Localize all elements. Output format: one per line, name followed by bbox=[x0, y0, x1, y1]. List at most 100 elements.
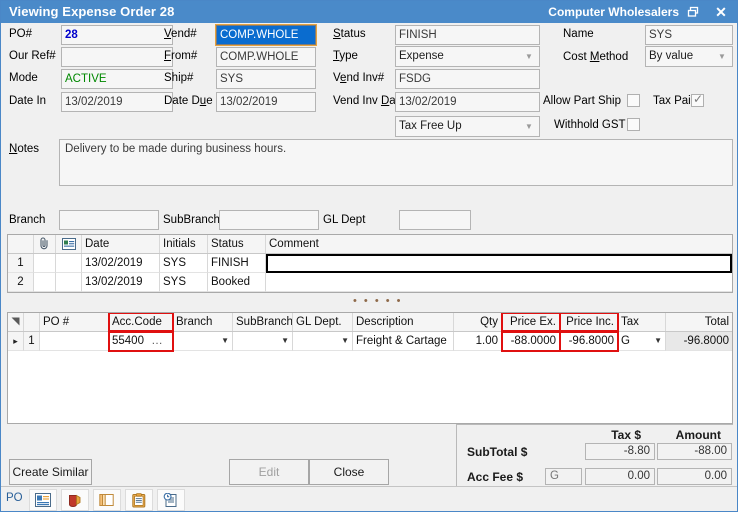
notes-label: Notes bbox=[9, 143, 39, 155]
allow-part-ship-label: Allow Part Ship bbox=[543, 95, 621, 107]
tax-paid-checkbox[interactable] bbox=[691, 94, 704, 107]
from-field[interactable]: COMP.WHOLE bbox=[216, 47, 316, 67]
lines-grid[interactable]: PO # Acc.Code Branch SubBranch GL Dept. … bbox=[7, 312, 733, 424]
row-note-cell[interactable] bbox=[56, 254, 82, 273]
copy-pages-icon[interactable] bbox=[93, 489, 121, 511]
gl-dept-field[interactable] bbox=[399, 210, 471, 230]
notes-textarea[interactable]: Delivery to be made during business hour… bbox=[59, 139, 733, 186]
history-col-date: Date bbox=[82, 235, 160, 253]
chevron-down-icon[interactable]: ▼ bbox=[654, 332, 662, 350]
type-select[interactable]: Expense ▼ bbox=[395, 46, 540, 67]
table-row[interactable]: 2 13/02/2019 SYS Booked bbox=[8, 273, 732, 292]
row-attachment-cell[interactable] bbox=[34, 254, 56, 273]
row-note-cell[interactable] bbox=[56, 273, 82, 292]
clipboard-icon[interactable] bbox=[125, 489, 153, 511]
close-icon[interactable]: ✕ bbox=[707, 1, 735, 23]
subbranch-field[interactable] bbox=[219, 210, 319, 230]
row-comment[interactable] bbox=[266, 273, 732, 292]
row-number: 2 bbox=[8, 273, 34, 292]
date-in-field[interactable]: 13/02/2019 bbox=[61, 92, 173, 112]
row-number: 1 bbox=[8, 254, 34, 273]
row-date[interactable]: 13/02/2019 bbox=[82, 254, 160, 273]
mode-field[interactable]: ACTIVE bbox=[61, 69, 173, 89]
vend-inv-date-field[interactable]: 13/02/2019 bbox=[395, 92, 540, 112]
vend-field[interactable]: COMP.WHOLE bbox=[216, 25, 316, 45]
totals-panel: Tax $ Amount SubTotal $ -8.80 -88.00 Acc… bbox=[456, 424, 733, 488]
lines-col-description: Description bbox=[353, 313, 454, 331]
vend-inv-field[interactable]: FSDG bbox=[395, 69, 540, 89]
history-grid[interactable]: Date Initials Status Comment 1 13/02/201… bbox=[7, 234, 733, 293]
ship-field[interactable]: SYS bbox=[216, 69, 316, 89]
row-po[interactable] bbox=[40, 332, 109, 351]
row-comment[interactable] bbox=[266, 254, 732, 273]
branch-field[interactable] bbox=[59, 210, 159, 230]
row-initials[interactable]: SYS bbox=[160, 254, 208, 273]
row-description[interactable]: Freight & Cartage bbox=[353, 332, 454, 351]
withhold-gst-checkbox[interactable] bbox=[627, 118, 640, 131]
ellipsis-icon[interactable]: … bbox=[151, 335, 163, 347]
tab-po[interactable]: PO bbox=[6, 492, 23, 504]
row-gl-dept[interactable]: ▼ bbox=[293, 332, 353, 351]
status-bar: PO bbox=[1, 486, 737, 511]
date-due-field[interactable]: 13/02/2019 bbox=[216, 92, 316, 112]
withhold-gst-label: Withhold GST bbox=[554, 119, 626, 131]
branch-label: Branch bbox=[9, 214, 45, 226]
lines-col-branch: Branch bbox=[173, 313, 233, 331]
title-bar: Viewing Expense Order 28 Computer Wholes… bbox=[1, 1, 737, 23]
row-status[interactable]: Booked bbox=[208, 273, 266, 292]
lines-col-rownum bbox=[24, 313, 40, 331]
note-icon bbox=[56, 235, 82, 253]
allow-part-ship-checkbox[interactable] bbox=[627, 94, 640, 107]
our-ref-field[interactable] bbox=[61, 47, 173, 67]
company-name: Computer Wholesalers bbox=[548, 5, 679, 19]
tax-total-value: Tax Free Up bbox=[399, 120, 462, 132]
paint-bucket-icon[interactable] bbox=[61, 489, 89, 511]
lines-col-price-inc: Price Inc. bbox=[560, 313, 618, 331]
row-branch[interactable]: ▼ bbox=[173, 332, 233, 351]
row-attachment-cell[interactable] bbox=[34, 273, 56, 292]
table-row[interactable]: ▸ 1 55400 … ▼ ▼ ▼ Fr bbox=[8, 332, 732, 351]
edit-button[interactable]: Edit bbox=[229, 459, 309, 485]
acc-fee-code-field[interactable]: G bbox=[545, 468, 582, 485]
grid-menu-icon[interactable] bbox=[8, 313, 24, 331]
po-field[interactable]: 28 bbox=[61, 25, 173, 45]
document-details-icon[interactable] bbox=[29, 489, 57, 511]
date-in-label: Date In bbox=[9, 95, 46, 107]
tax-total-select[interactable]: Tax Free Up ▼ bbox=[395, 116, 540, 137]
lines-grid-header: PO # Acc.Code Branch SubBranch GL Dept. … bbox=[8, 313, 732, 332]
row-tax-value: G bbox=[621, 335, 630, 347]
status-field[interactable]: FINISH bbox=[395, 25, 540, 45]
chevron-down-icon[interactable]: ▼ bbox=[341, 332, 349, 350]
row-subbranch[interactable]: ▼ bbox=[233, 332, 293, 351]
expense-order-window: Viewing Expense Order 28 Computer Wholes… bbox=[0, 0, 738, 512]
lines-col-tax: Tax bbox=[618, 313, 666, 331]
subbranch-label: SubBranch bbox=[163, 214, 220, 226]
chevron-down-icon[interactable]: ▼ bbox=[221, 332, 229, 350]
row-date[interactable]: 13/02/2019 bbox=[82, 273, 160, 292]
acc-fee-amount-value: 0.00 bbox=[657, 468, 732, 485]
history-grid-header: Date Initials Status Comment bbox=[8, 235, 732, 254]
clipboard-history-icon[interactable] bbox=[157, 489, 185, 511]
row-initials[interactable]: SYS bbox=[160, 273, 208, 292]
lines-col-subbranch: SubBranch bbox=[233, 313, 293, 331]
type-value: Expense bbox=[399, 50, 444, 62]
restore-icon[interactable] bbox=[679, 1, 707, 23]
row-price-inc[interactable]: -96.8000 bbox=[560, 332, 618, 351]
table-row[interactable]: 1 13/02/2019 SYS FINISH bbox=[8, 254, 732, 273]
row-acc-code[interactable]: 55400 … bbox=[109, 332, 173, 351]
row-qty[interactable]: 1.00 bbox=[454, 332, 502, 351]
row-tax[interactable]: G ▼ bbox=[618, 332, 666, 351]
history-grid-body: 1 13/02/2019 SYS FINISH 2 13/02/2019 SYS… bbox=[8, 254, 732, 292]
row-price-ex[interactable]: -88.0000 bbox=[502, 332, 560, 351]
row-status[interactable]: FINISH bbox=[208, 254, 266, 273]
splitter-handle[interactable]: • • • • • bbox=[353, 297, 402, 305]
subtotal-amount-value: -88.00 bbox=[657, 443, 732, 460]
chevron-down-icon[interactable]: ▼ bbox=[281, 332, 289, 350]
cost-method-select[interactable]: By value ▼ bbox=[645, 46, 733, 67]
lines-col-qty: Qty bbox=[454, 313, 502, 331]
gl-dept-label: GL Dept bbox=[323, 214, 365, 226]
create-similar-button[interactable]: Create Similar bbox=[9, 459, 92, 485]
subtotal-label: SubTotal $ bbox=[467, 445, 527, 459]
close-button[interactable]: Close bbox=[309, 459, 389, 485]
name-field[interactable]: SYS bbox=[645, 25, 733, 45]
